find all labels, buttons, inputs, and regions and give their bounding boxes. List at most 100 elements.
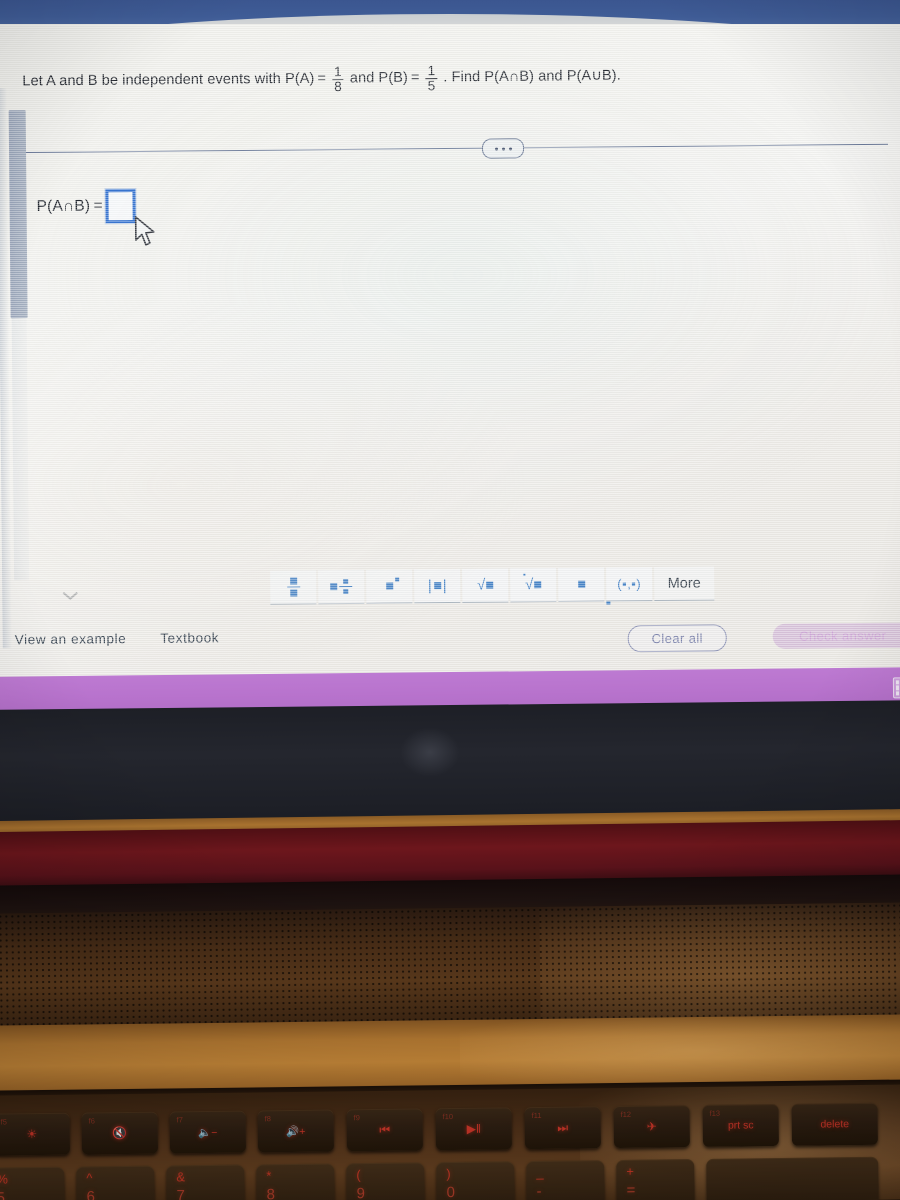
- square-root-icon: √: [477, 577, 494, 594]
- key-backspace[interactable]: [706, 1156, 879, 1200]
- view-example-link[interactable]: View an example: [15, 631, 127, 647]
- key-lower-label: 6: [86, 1188, 96, 1200]
- key-lower-label: =: [626, 1181, 636, 1199]
- key-f11[interactable]: f11 ⏭: [524, 1106, 602, 1150]
- mute-icon: 🔇: [112, 1126, 128, 1141]
- key-f6[interactable]: f6 🔇: [81, 1111, 159, 1155]
- answer-input[interactable]: [105, 189, 136, 224]
- key-upper-label: &: [176, 1169, 186, 1185]
- absolute-value-icon: | |: [427, 577, 447, 595]
- fraction-numerator: 1: [334, 64, 342, 80]
- key-fn-label: f12: [620, 1109, 632, 1119]
- volume-up-icon: 🔊+: [286, 1125, 306, 1138]
- key-upper-label: +: [626, 1163, 634, 1179]
- key-lower-label: 7: [176, 1187, 186, 1200]
- key-f12[interactable]: f12 ✈: [613, 1105, 691, 1149]
- key-upper-label: *: [266, 1168, 272, 1184]
- palette-more-button[interactable]: More: [654, 566, 715, 602]
- question-mid: and P(B) =: [349, 69, 420, 87]
- keyboard: f5 ☀ f6 🔇 f7 🔈− f8 🔊+ f9 ⏮ f10 ▶‖ f11 ⏭ …: [0, 1084, 900, 1200]
- exponent-icon: [385, 577, 399, 590]
- key-fn-label: f6: [88, 1116, 95, 1126]
- laptop-screen: Let A and B be independent events with P…: [0, 24, 900, 684]
- key-fn-label: f8: [264, 1114, 271, 1124]
- palette-subscript-button[interactable]: [558, 567, 611, 605]
- fraction-numerator: 1: [427, 63, 436, 79]
- fraction-denominator: 5: [425, 77, 438, 93]
- key-f7[interactable]: f7 🔈−: [169, 1110, 247, 1154]
- palette-square-root-button[interactable]: √: [462, 568, 509, 603]
- delete-icon: delete: [820, 1118, 850, 1131]
- key-6[interactable]: ^ 6: [76, 1165, 155, 1200]
- key-9[interactable]: ( 9: [346, 1162, 425, 1200]
- dot-icon: [494, 147, 498, 151]
- previous-track-icon: ⏮: [379, 1122, 391, 1137]
- palette-absolute-value-button[interactable]: | |: [414, 568, 461, 604]
- key-fn-label: f5: [0, 1117, 7, 1127]
- print-screen-icon: prt sc: [727, 1119, 754, 1132]
- key-upper-label: _: [536, 1164, 544, 1181]
- bezel-reflection: [399, 726, 461, 778]
- question-suffix: . Find P(A∩B) and P(A∪B).: [443, 67, 621, 86]
- key-upper-label: ): [446, 1166, 451, 1182]
- math-palette-toolbar: | | √ ▪ √ (▪,▪) More: [270, 566, 715, 605]
- fraction-icon: [286, 577, 300, 597]
- check-answer-button[interactable]: Check answer: [772, 622, 900, 649]
- scroll-down-chevron-icon[interactable]: [62, 591, 78, 601]
- more-options-ellipsis-button[interactable]: [481, 138, 525, 159]
- answer-row: P(A∩B) =: [36, 189, 136, 224]
- grille-light-reflection: [538, 902, 900, 1034]
- key-lower-label: 8: [266, 1186, 276, 1200]
- key-lower-label: -: [536, 1182, 542, 1200]
- key-lower-label: 0: [446, 1184, 455, 1200]
- key-upper-label: ^: [86, 1170, 93, 1186]
- nth-root-icon: ▪ √: [523, 570, 542, 593]
- key-fn-label: f7: [176, 1115, 183, 1125]
- key-print-screen[interactable]: f13 prt sc: [702, 1104, 780, 1147]
- dot-icon: [508, 146, 512, 150]
- key-fn-label: f11: [531, 1110, 542, 1121]
- key-minus[interactable]: _ -: [526, 1160, 605, 1200]
- airplane-mode-icon: ✈: [646, 1119, 657, 1134]
- key-fn-label: f9: [353, 1113, 360, 1123]
- key-lower-label: 9: [356, 1185, 366, 1200]
- scrollbar-thumb[interactable]: [8, 110, 28, 319]
- key-0[interactable]: ) 0: [436, 1161, 515, 1200]
- subscript-icon: [577, 580, 611, 605]
- key-delete[interactable]: delete: [791, 1102, 878, 1146]
- fraction-one-eighth: 1 8: [332, 64, 344, 94]
- palette-nth-root-button[interactable]: ▪ √: [510, 567, 557, 603]
- laptop-photo: Let A and B be independent events with P…: [0, 0, 900, 1200]
- textbook-link[interactable]: Textbook: [160, 630, 219, 646]
- palette-mixed-number-button[interactable]: [318, 569, 365, 605]
- dot-icon: [501, 146, 505, 150]
- key-equals[interactable]: + =: [616, 1159, 695, 1200]
- palette-fraction-button[interactable]: [270, 570, 317, 605]
- key-5[interactable]: % 5: [0, 1166, 65, 1200]
- mouse-cursor-icon: [134, 216, 155, 246]
- key-8[interactable]: * 8: [256, 1163, 335, 1200]
- key-f10[interactable]: f10 ▶‖: [435, 1107, 513, 1151]
- key-f8[interactable]: f8 🔊+: [257, 1109, 335, 1153]
- key-fn-label: f10: [442, 1112, 454, 1122]
- palette-interval-button[interactable]: (▪,▪): [606, 567, 653, 602]
- key-7[interactable]: & 7: [166, 1164, 245, 1200]
- helper-links: View an example Textbook: [15, 630, 220, 647]
- clear-all-button[interactable]: Clear all: [627, 624, 727, 653]
- key-fn-label: f13: [709, 1108, 721, 1118]
- key-f9[interactable]: f9 ⏮: [346, 1108, 424, 1152]
- key-f5[interactable]: f5 ☀: [0, 1112, 71, 1156]
- keyboard-backlight-icon: ☀: [26, 1127, 38, 1142]
- next-track-icon: ⏭: [557, 1120, 569, 1135]
- screen-bottom-bezel: [0, 700, 900, 828]
- play-pause-icon: ▶‖: [466, 1121, 481, 1136]
- volume-down-icon: 🔈−: [198, 1126, 218, 1139]
- fraction-one-fifth: 1 5: [425, 63, 438, 93]
- answer-label: P(A∩B) =: [36, 197, 103, 215]
- on-screen-keyboard-icon[interactable]: [892, 677, 900, 699]
- palette-exponent-button[interactable]: [366, 569, 413, 604]
- homework-page: Let A and B be independent events with P…: [0, 24, 900, 684]
- key-lower-label: 5: [0, 1189, 6, 1200]
- section-divider: [26, 143, 889, 154]
- question-prefix: Let A and B be independent events with P…: [22, 70, 327, 90]
